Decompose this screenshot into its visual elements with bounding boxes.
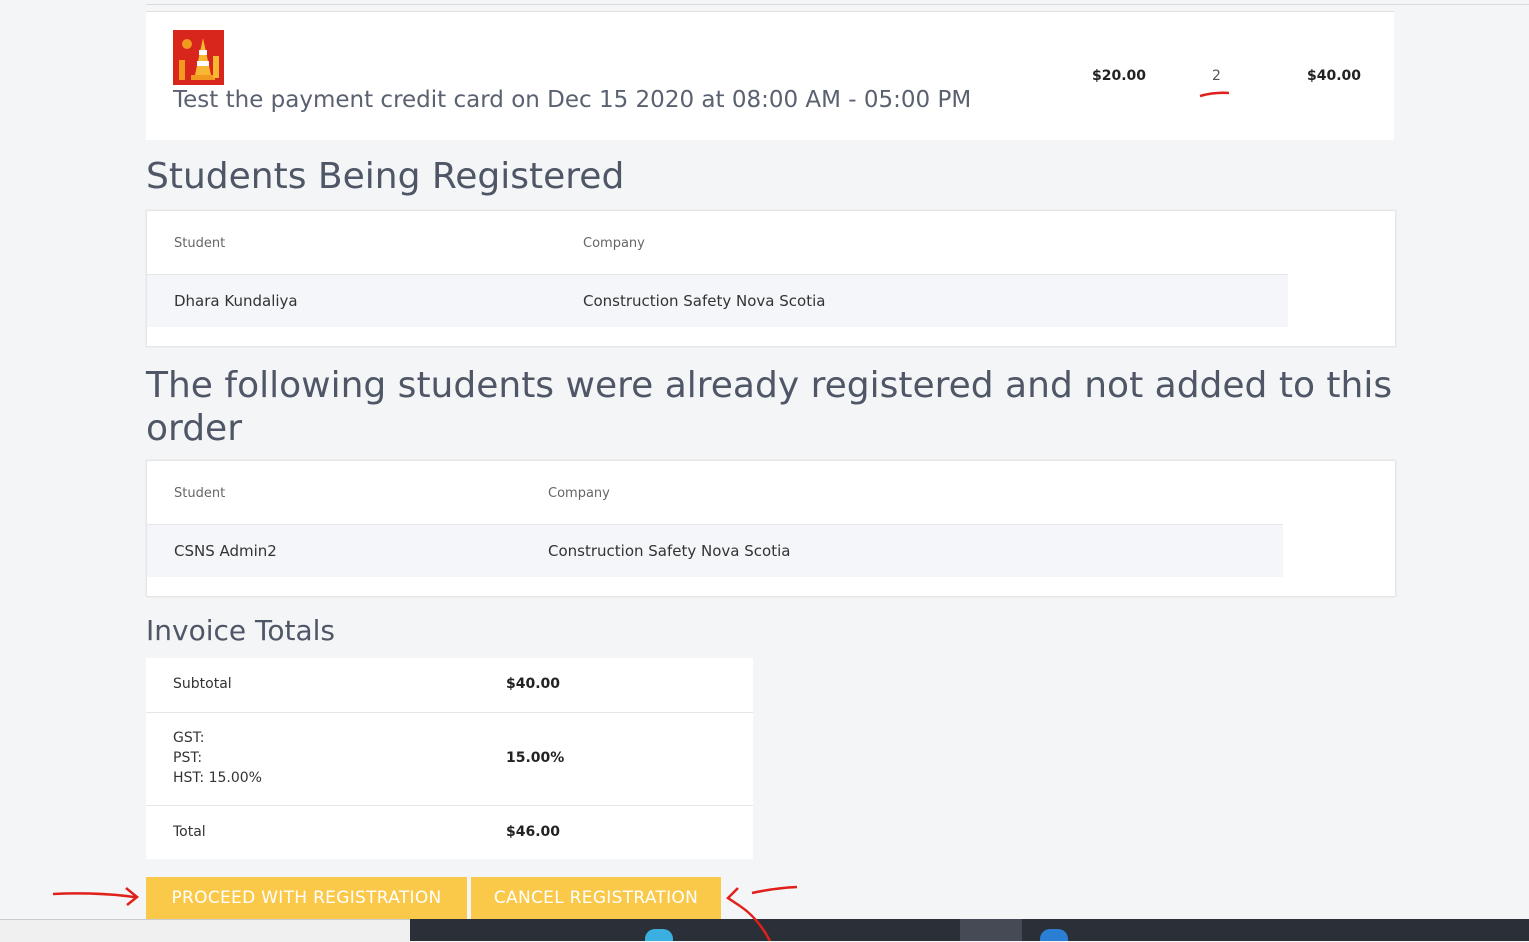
hst-label: HST: 15.00% — [173, 770, 262, 786]
company-name: Construction Safety Nova Scotia — [548, 542, 791, 560]
quantity-value: 2 — [1212, 68, 1221, 84]
browser-icon[interactable] — [645, 929, 673, 941]
cart-item-card: Test the payment credit card on Dec 15 2… — [146, 11, 1394, 140]
students-table-header: Student Company — [147, 211, 1288, 275]
total-row: Total $46.00 — [146, 806, 753, 859]
gst-label: GST: — [173, 730, 205, 746]
already-registered-heading: The following students were already regi… — [146, 365, 1393, 449]
app-icon[interactable] — [1040, 929, 1068, 941]
column-header-student: Student — [174, 236, 226, 251]
left-arrowhead-mark — [125, 887, 139, 906]
already-registered-table: Student Company CSNS Admin2 Construction… — [146, 460, 1396, 597]
left-arrow-mark — [52, 892, 136, 899]
active-app-icon[interactable] — [960, 919, 1022, 941]
subtotal-row: Subtotal $40.00 — [146, 658, 753, 713]
company-name: Construction Safety Nova Scotia — [583, 292, 826, 310]
right-arrowhead-mark — [726, 887, 741, 908]
subtotal-value: $40.00 — [506, 676, 561, 692]
students-table: Student Company Dhara Kundaliya Construc… — [146, 210, 1396, 347]
column-header-student: Student — [174, 486, 226, 501]
column-header-company: Company — [548, 486, 610, 501]
tax-value: 15.00% — [506, 750, 565, 766]
table-row: Dhara Kundaliya Construction Safety Nova… — [147, 275, 1288, 327]
student-name: CSNS Admin2 — [174, 542, 277, 560]
status-bar — [0, 919, 410, 942]
line-total: $40.00 — [1307, 68, 1362, 84]
cancel-registration-button[interactable]: CANCEL REGISTRATION — [471, 877, 721, 919]
tax-labels: GST: PST: HST: 15.00% — [173, 728, 262, 788]
already-table-header: Student Company — [147, 461, 1283, 525]
total-value: $46.00 — [506, 824, 561, 840]
students-heading: Students Being Registered — [146, 156, 625, 197]
pst-label: PST: — [173, 750, 203, 766]
top-divider — [146, 4, 1529, 5]
invoice-totals-heading: Invoice Totals — [146, 614, 335, 647]
proceed-with-registration-button[interactable]: PROCEED WITH REGISTRATION — [146, 877, 467, 919]
student-name: Dhara Kundaliya — [174, 292, 298, 310]
taskbar — [410, 919, 1529, 941]
column-header-company: Company — [583, 236, 645, 251]
unit-price: $20.00 — [1092, 68, 1147, 84]
subtotal-label: Subtotal — [173, 676, 232, 692]
course-thumbnail-image — [173, 30, 224, 85]
course-title: Test the payment credit card on Dec 15 2… — [173, 87, 972, 113]
total-label: Total — [173, 824, 206, 840]
right-arrow-mark — [751, 885, 798, 895]
tax-row: GST: PST: HST: 15.00% 15.00% — [146, 713, 753, 806]
table-row: CSNS Admin2 Construction Safety Nova Sco… — [147, 525, 1283, 577]
invoice-totals-table: Subtotal $40.00 GST: PST: HST: 15.00% 15… — [146, 658, 753, 859]
